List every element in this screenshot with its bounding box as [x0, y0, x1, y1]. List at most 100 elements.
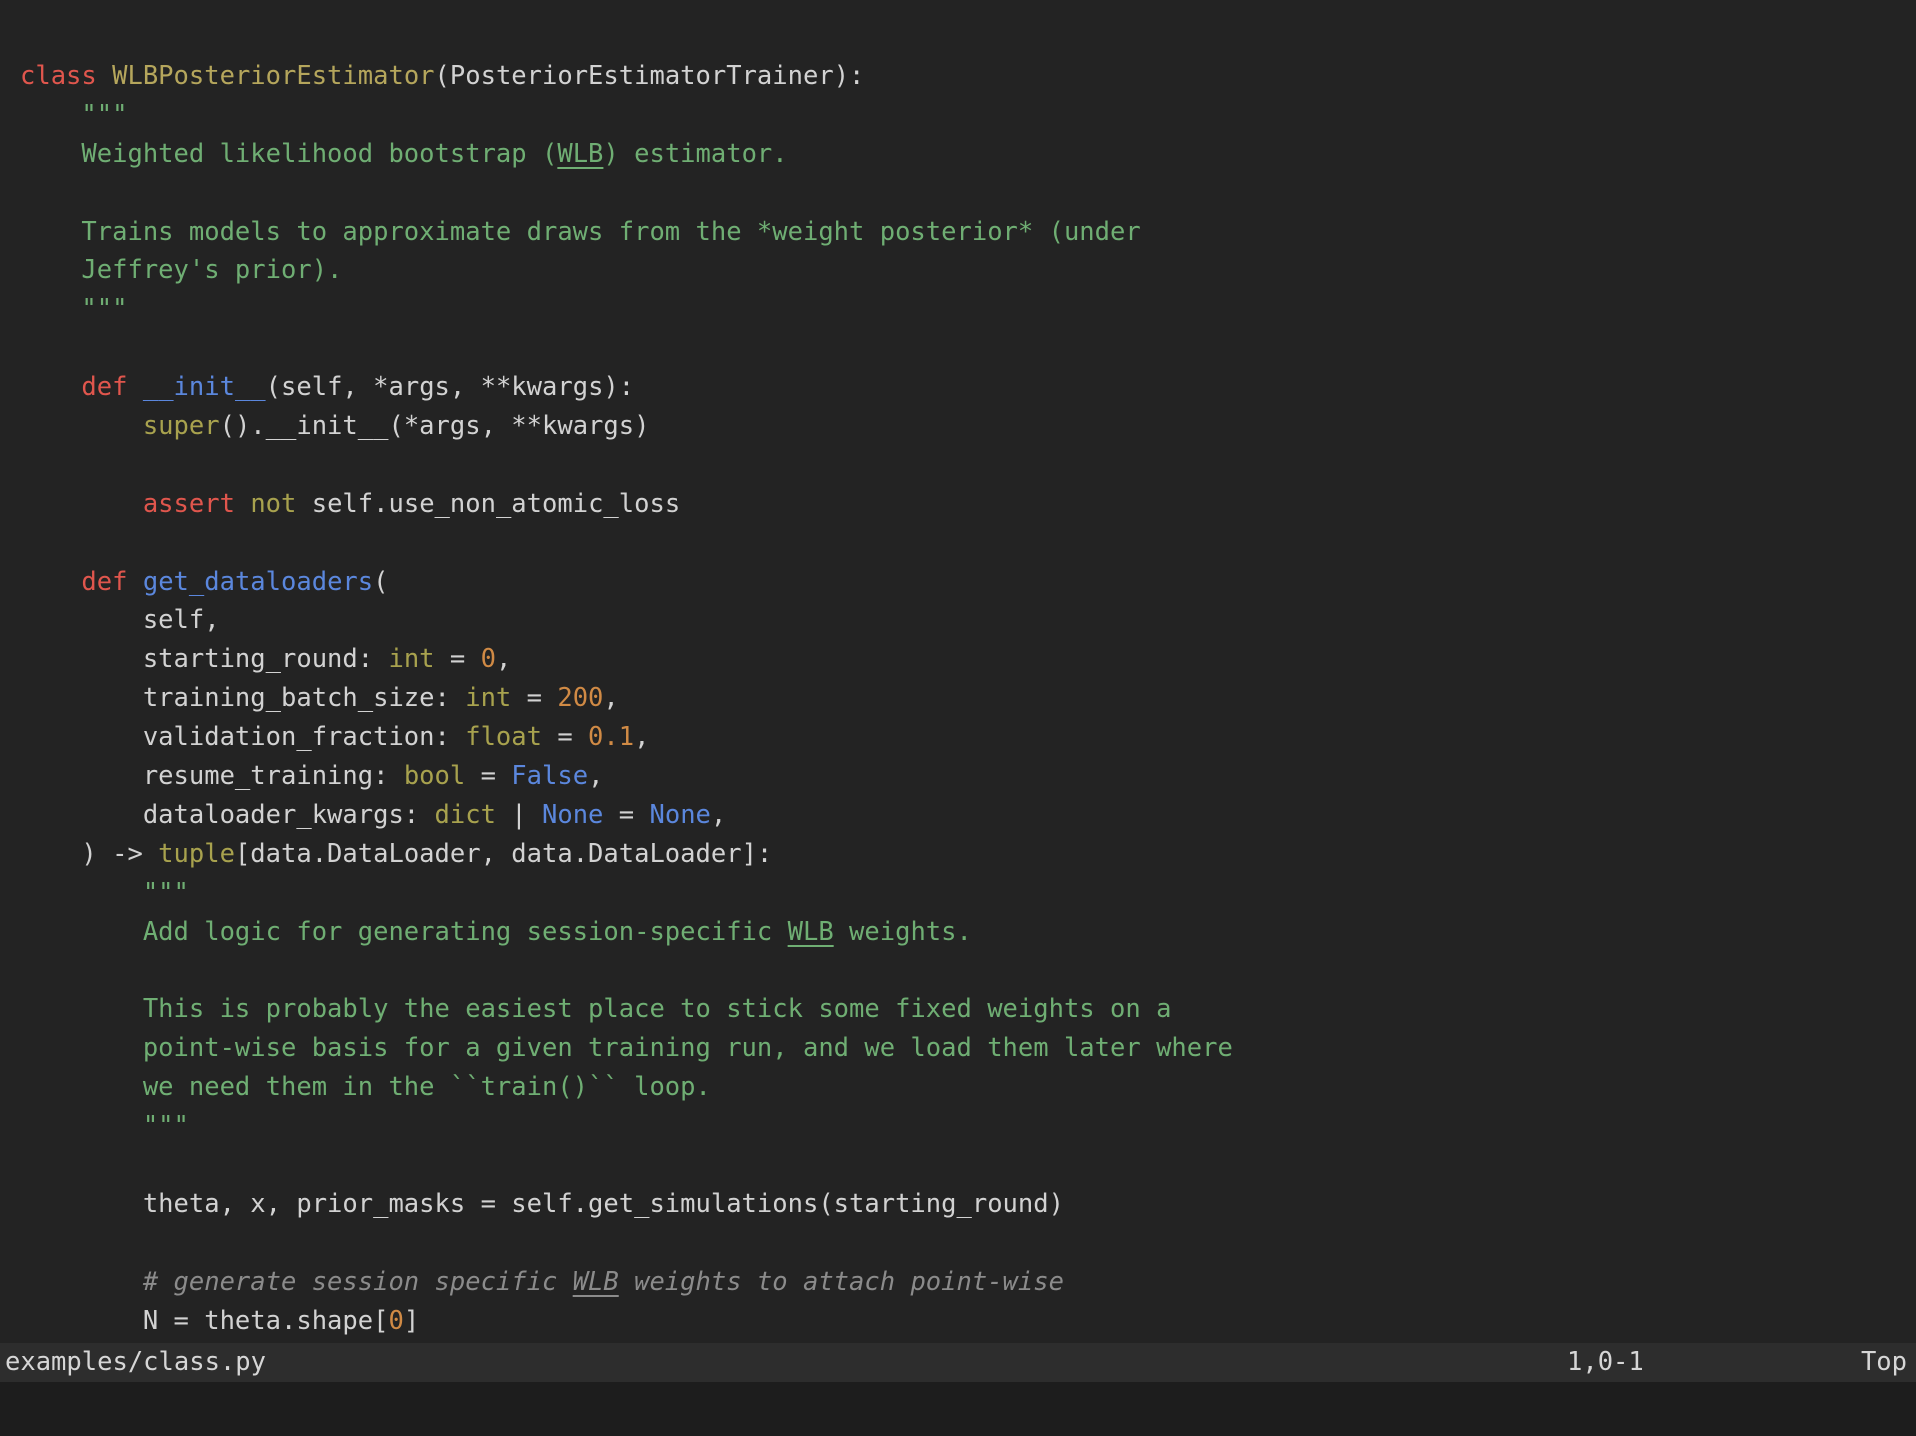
code-line[interactable]: Trains models to approximate draws from … [20, 213, 1916, 252]
command-line[interactable] [0, 1382, 1916, 1436]
code-token: 0 [480, 644, 496, 675]
code-token: def [81, 372, 128, 403]
code-token: resume_training: [20, 761, 404, 792]
code-token: weights. [833, 916, 972, 947]
code-line[interactable]: training_batch_size: int = 200, [20, 679, 1916, 718]
code-token: = [434, 644, 481, 675]
code-token: dict [434, 799, 496, 830]
code-line[interactable]: Weighted likelihood bootstrap (WLB) esti… [20, 135, 1916, 174]
code-line[interactable]: """ [20, 96, 1916, 135]
code-line[interactable]: starting_round: int = 0, [20, 640, 1916, 679]
code-line[interactable] [20, 446, 1916, 485]
code-token: 200 [557, 683, 604, 714]
code-token: ().__init__(*args, **kwargs) [219, 411, 650, 442]
code-line[interactable]: class WLBPosteriorEstimator(PosteriorEst… [20, 57, 1916, 96]
code-token: (PosteriorEstimatorTrainer): [434, 61, 865, 91]
code-line[interactable]: resume_training: bool = False, [20, 757, 1916, 796]
code-token: def [81, 566, 128, 597]
code-editor[interactable]: class WLBPosteriorEstimator(PosteriorEst… [20, 57, 1916, 1340]
code-token: bool [403, 761, 466, 792]
code-token: ) -> [20, 838, 159, 869]
code-line[interactable]: """ [20, 290, 1916, 329]
code-line[interactable]: ) -> tuple[data.DataLoader, data.DataLoa… [20, 835, 1916, 874]
scroll-indicator: Top [1860, 1347, 1907, 1377]
status-bar: examples/class.py 1,0-1 Top [0, 1343, 1916, 1382]
code-line[interactable]: def __init__(self, *args, **kwargs): [20, 368, 1916, 407]
code-token: validation_fraction: [20, 722, 466, 753]
code-token: self, [20, 605, 220, 636]
code-token: ] [403, 1305, 420, 1336]
status-filename: examples/class.py [5, 1347, 266, 1377]
code-line[interactable]: super().__init__(*args, **kwargs) [20, 407, 1916, 446]
code-token: , [634, 722, 650, 753]
code-line[interactable]: we need them in the ``train()`` loop. [20, 1068, 1916, 1107]
code-line[interactable]: """ [20, 1107, 1916, 1146]
code-line[interactable]: point-wise basis for a given training ru… [20, 1029, 1916, 1068]
code-token: This is probably the easiest place to st… [20, 994, 1172, 1025]
code-token: ) estimator. [603, 138, 788, 169]
code-line[interactable]: N = theta.shape[0] [20, 1302, 1916, 1341]
code-token: int [465, 683, 512, 714]
code-token: theta, x, prior_masks = self.get_simulat… [20, 1188, 1064, 1219]
code-token: """ [20, 1111, 189, 1142]
editor-window: class WLBPosteriorEstimator(PosteriorEst… [0, 0, 1916, 1436]
code-line[interactable] [20, 1146, 1916, 1185]
code-token: WLB [557, 138, 604, 169]
code-token: super [142, 411, 220, 442]
code-token: weights to attach point-wise [618, 1266, 1064, 1297]
code-line[interactable] [20, 1224, 1916, 1263]
code-token: 0 [388, 1305, 404, 1336]
code-token: int [388, 644, 435, 675]
code-token: we need them in the ``train()`` loop. [20, 1072, 711, 1103]
code-token: (self, *args, **kwargs): [265, 372, 635, 403]
code-token: WLBPosteriorEstimator [112, 61, 435, 91]
code-line[interactable]: This is probably the easiest place to st… [20, 990, 1916, 1029]
code-token: Add logic for generating session-specifi… [20, 916, 788, 947]
code-line[interactable]: def get_dataloaders( [20, 563, 1916, 602]
code-token: None [542, 799, 604, 830]
code-token: """ [20, 877, 189, 908]
code-token: = [465, 761, 512, 792]
code-token: N = theta.shape[ [20, 1305, 389, 1336]
code-token: self.use_non_atomic_loss [296, 488, 681, 519]
code-token: not [250, 488, 297, 519]
code-token: get_dataloaders [142, 566, 374, 597]
code-token: = [603, 799, 650, 830]
code-token: None [649, 799, 711, 830]
code-token: """ [20, 99, 128, 130]
code-token: , [588, 761, 604, 792]
code-token: WLB [787, 916, 834, 947]
code-line[interactable]: Jeffrey's prior). [20, 251, 1916, 290]
code-token: ( [373, 566, 389, 597]
code-line[interactable] [20, 329, 1916, 368]
code-token: = [511, 683, 558, 714]
code-line[interactable]: Add logic for generating session-specifi… [20, 913, 1916, 952]
code-line[interactable] [20, 951, 1916, 990]
code-line[interactable] [20, 174, 1916, 213]
cursor-position: 1,0-1 [1567, 1347, 1644, 1377]
code-token: = [541, 722, 589, 753]
code-line[interactable]: dataloader_kwargs: dict | None = None, [20, 796, 1916, 835]
code-line[interactable]: # generate session specific WLB weights … [20, 1263, 1916, 1302]
code-token: float [465, 722, 542, 753]
code-line[interactable]: self, [20, 601, 1916, 640]
code-token: tuple [158, 838, 235, 869]
code-token: 0.1 [588, 722, 635, 753]
code-token: , [603, 683, 619, 714]
code-line[interactable] [20, 524, 1916, 563]
code-line[interactable]: """ [20, 874, 1916, 913]
code-token: assert [142, 488, 235, 519]
code-token: point-wise basis for a given training ru… [20, 1033, 1233, 1064]
code-line[interactable]: theta, x, prior_masks = self.get_simulat… [20, 1185, 1916, 1224]
code-line[interactable]: assert not self.use_non_atomic_loss [20, 485, 1916, 524]
code-token: False [511, 761, 589, 792]
code-line[interactable]: validation_fraction: float = 0.1, [20, 718, 1916, 757]
code-token: Trains models to approximate draws from … [20, 216, 1141, 247]
